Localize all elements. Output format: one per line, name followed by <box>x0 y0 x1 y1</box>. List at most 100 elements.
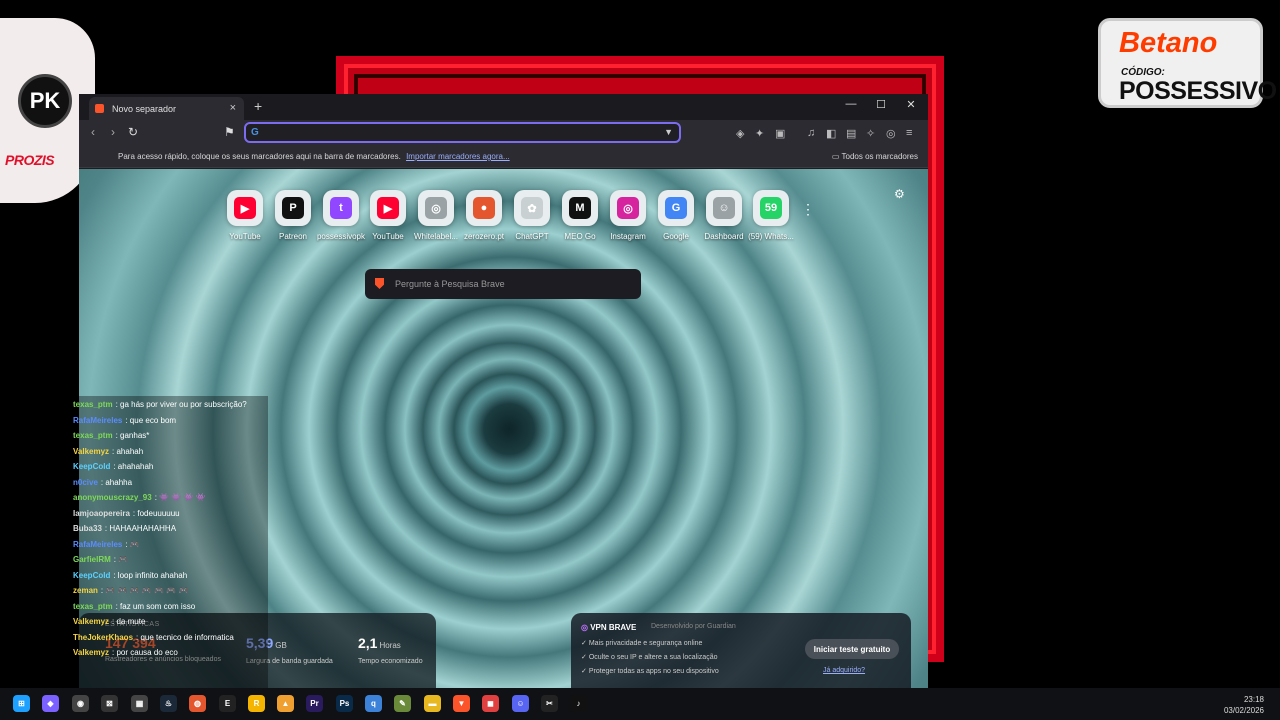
screen: PK PROZIS Betano CÓDIGO: POSSESSIVO Novo… <box>0 0 1280 720</box>
tab-new-tab[interactable]: Novo separador × <box>89 97 244 120</box>
maximize-button[interactable]: ☐ <box>871 98 891 111</box>
chat-message: zeman: 🎮 🎮 🎮 🎮 🎮 🎮 🎮 <box>73 586 188 595</box>
tab-title: Novo separador <box>112 103 177 114</box>
chat-username: texas_ptm <box>73 601 113 611</box>
folder-icon: ▭ <box>831 152 842 161</box>
chat-message: texas_ptm: ganhas* <box>73 431 149 440</box>
top-site-tile[interactable]: ▶ YouTube <box>219 190 271 241</box>
globe-icon: ◎ <box>418 190 454 226</box>
top-site-tile[interactable]: ✿ ChatGPT <box>506 190 558 241</box>
address-bar[interactable]: G ▼ <box>244 122 681 143</box>
leo-ai-icon[interactable]: ✧ <box>866 127 875 140</box>
pk-logo: PK <box>18 74 72 128</box>
wallet-icon[interactable]: ▤ <box>846 127 856 140</box>
whatsapp-icon: 59 <box>753 190 789 226</box>
all-bookmarks-button[interactable]: ▭ Todos os marcadores <box>832 152 918 161</box>
vpn-feature: ✓ Proteger todas as apps no seu disposit… <box>581 668 719 675</box>
epic-icon[interactable]: E <box>219 695 236 712</box>
file-explorer-icon[interactable]: ▬ <box>424 695 441 712</box>
time-stat: 2,1 Horas Tempo economizado <box>358 635 423 665</box>
obs-icon[interactable]: ◉ <box>72 695 89 712</box>
roblox-icon[interactable]: ◼ <box>482 695 499 712</box>
top-site-tile[interactable]: M MEO Go <box>554 190 606 241</box>
top-site-label: zerozero.pt <box>463 232 505 241</box>
chat-message: Valkemyz: ahahah <box>73 447 143 456</box>
chat-text: : que eco bom <box>125 415 177 425</box>
screenshot-icon[interactable]: ▣ <box>775 127 785 140</box>
top-site-tile[interactable]: ● zerozero.pt <box>458 190 510 241</box>
prozis-logo: PROZIS <box>5 152 55 168</box>
close-window-button[interactable]: ✕ <box>901 98 921 111</box>
sidebar-icon[interactable]: ◧ <box>826 127 836 140</box>
chat-username: zeman <box>73 586 98 595</box>
top-site-tile[interactable]: ◎ Instagram <box>602 190 654 241</box>
chat-message: Iamjoaopereira: fodeuuuuuu <box>73 509 180 518</box>
stream-chat-overlay: texas_ptm : ga hás por viver ou por subsc… <box>68 396 268 688</box>
forward-icon[interactable]: › <box>111 125 115 139</box>
rockstar-icon[interactable]: R <box>248 695 265 712</box>
clock-time: 23:18 <box>1243 695 1264 704</box>
top-site-tile[interactable]: G Google <box>650 190 702 241</box>
back-icon[interactable]: ‹ <box>91 125 95 139</box>
extensions-icon[interactable]: ✦ <box>755 127 764 140</box>
top-site-tile[interactable]: P Patreon <box>267 190 319 241</box>
affinity-icon[interactable]: ▲ <box>277 695 294 712</box>
app-icon[interactable]: ▦ <box>131 695 148 712</box>
top-site-label: YouTube <box>229 232 261 241</box>
url-input[interactable] <box>264 126 644 140</box>
chat-username: RafaMeireles <box>73 539 123 549</box>
chat-text: : ga hás por viver ou por subscrição? <box>115 400 247 409</box>
vpn-title: ◎ VPN BRAVE <box>581 623 637 632</box>
start-free-trial-button[interactable]: Iniciar teste gratuito <box>805 639 899 659</box>
reload-icon[interactable]: ↻ <box>128 125 138 139</box>
google-icon: G <box>658 190 694 226</box>
bookmark-icon[interactable]: ⚑ <box>224 125 235 139</box>
system-clock[interactable]: 23:18 03/02/2026 <box>1224 694 1264 716</box>
chat-message: TheJokerKhaos: que tecnico de informatic… <box>73 633 234 642</box>
bookmarks-bar: Para acesso rápido, coloque os seus marc… <box>79 146 928 168</box>
clock-date: 03/02/2026 <box>1223 706 1264 715</box>
youtube-icon: ▶ <box>227 190 263 226</box>
chat-text: : faz um som com isso <box>115 601 196 611</box>
copilot-icon[interactable]: ◆ <box>42 695 59 712</box>
settings-gear-icon[interactable]: ⚙ <box>894 187 905 201</box>
tab-close-icon[interactable]: × <box>230 102 236 114</box>
top-site-label: ChatGPT <box>515 232 549 241</box>
import-bookmarks-link[interactable]: Importar marcadores agora... <box>406 152 510 161</box>
brave-search-box[interactable]: Pergunte à Pesquisa Brave <box>365 269 641 299</box>
already-purchased-link[interactable]: Já adquirido? <box>823 667 865 674</box>
menu-icon[interactable]: ≡ <box>906 127 912 139</box>
vpn-icon[interactable]: ◎ <box>886 127 896 140</box>
more-top-sites-icon[interactable]: ⋮ <box>801 201 815 218</box>
top-site-label: Instagram <box>610 232 646 241</box>
notepad-icon[interactable]: ✎ <box>394 695 411 712</box>
top-site-tile[interactable]: 59 (59) Whats... <box>745 190 797 241</box>
top-site-tile[interactable]: ◎ Whitelabel... <box>410 190 462 241</box>
top-site-label: Dashboard <box>704 232 744 241</box>
new-tab-button[interactable]: + <box>254 98 262 114</box>
ea-icon[interactable]: ◍ <box>189 695 206 712</box>
top-site-tile[interactable]: ▶ YouTube <box>362 190 414 241</box>
extension-shield-icon[interactable]: ◈ <box>736 127 744 140</box>
steam-icon[interactable]: ♨ <box>160 695 177 712</box>
photoshop-icon[interactable]: Ps <box>336 695 353 712</box>
qbittorrent-icon[interactable]: q <box>365 695 382 712</box>
all-bookmarks-label: Todos os marcadores <box>841 152 918 161</box>
discord-icon[interactable]: ☺ <box>512 695 529 712</box>
chat-username: GarfielRM <box>73 555 111 564</box>
top-site-tile[interactable]: ☺ Dashboard <box>698 190 750 241</box>
chat-username: texas_ptm <box>73 431 113 440</box>
xbox-icon[interactable]: ⊠ <box>101 695 118 712</box>
tiktok-icon[interactable]: ♪ <box>570 695 587 712</box>
media-icon[interactable]: ♫ <box>807 127 815 139</box>
brave-shields-icon[interactable]: ▼ <box>664 127 673 137</box>
capcut-icon[interactable]: ✂ <box>541 695 558 712</box>
chat-message: Buba33: HAHAAHAHAHHA <box>73 524 176 533</box>
brave-icon[interactable]: ▼ <box>453 695 470 712</box>
windows-start-icon[interactable]: ⊞ <box>13 695 30 712</box>
top-site-tile[interactable]: t possessivopk <box>315 190 367 241</box>
time-caption: Tempo economizado <box>358 658 423 665</box>
taskbar: 23:18 03/02/2026 ⊞ ◆ ◉ ⊠ ▦ ♨ ◍ E R ▲ Pr Ps q ✎ ▬ ▼ ◼ ☺ ✂ ♪ <box>0 688 1280 720</box>
minimize-button[interactable]: — <box>841 98 861 110</box>
premiere-icon[interactable]: Pr <box>306 695 323 712</box>
